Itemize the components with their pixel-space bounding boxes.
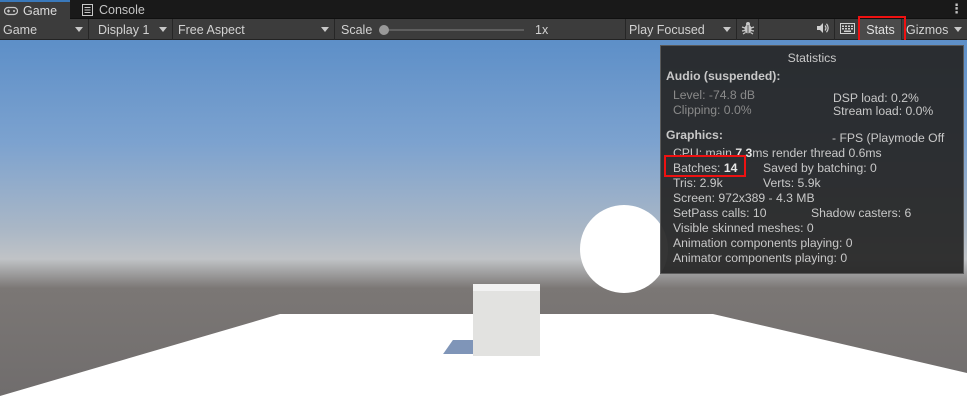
speaker-icon — [816, 22, 830, 37]
display-mode-dropdown[interactable]: Game — [0, 19, 89, 40]
more-options-icon[interactable]: ⋮ — [950, 1, 963, 17]
chevron-down-icon — [723, 27, 731, 32]
mute-audio-button[interactable] — [811, 19, 835, 40]
chevron-down-icon — [75, 27, 83, 32]
verts: Verts: 5.9k — [763, 176, 821, 190]
scale-control: Scale 1x — [335, 19, 626, 40]
saved-by-batching: Saved by batching: 0 — [763, 161, 877, 175]
play-mode-value: Play Focused — [629, 22, 705, 37]
visible-skinned-meshes: Visible skinned meshes: 0 — [673, 221, 814, 235]
tab-bar: Game Console ⋮ — [0, 0, 967, 19]
stats-button[interactable]: Stats — [860, 19, 902, 40]
play-mode-dropdown[interactable]: Play Focused — [626, 19, 737, 40]
statistics-panel: Statistics Audio (suspended): Level: -74… — [660, 45, 964, 274]
dsp-load: DSP load: 0.2% — [833, 91, 919, 105]
aspect-dropdown[interactable]: Free Aspect — [173, 19, 335, 40]
gamepad-icon — [4, 5, 18, 17]
tab-console-label: Console — [99, 2, 145, 17]
keyboard-icon — [839, 22, 855, 37]
audio-clipping: Clipping: 0.0% — [673, 103, 752, 117]
display-dropdown[interactable]: Display 1 — [89, 19, 173, 40]
cpu-time: CPU: main 7.3ms render thread 0.6ms — [673, 146, 882, 160]
display-mode-value: Game — [3, 22, 38, 37]
tab-console[interactable]: Console — [76, 0, 156, 19]
cube — [473, 291, 540, 356]
console-icon — [80, 3, 94, 16]
scale-slider-thumb[interactable] — [379, 25, 389, 35]
aspect-value: Free Aspect — [178, 22, 245, 37]
sphere — [580, 205, 668, 293]
keyboard-shortcuts-button[interactable] — [835, 19, 860, 40]
shadow-casters: Shadow casters: 6 — [811, 206, 912, 220]
gizmos-label: Gizmos — [906, 22, 949, 37]
setpass-calls: SetPass calls: 10 — [673, 206, 767, 220]
graphics-header: Graphics: — [666, 128, 723, 142]
tab-game-label: Game — [23, 3, 58, 18]
screen-info: Screen: 972x389 - 4.3 MB — [673, 191, 815, 205]
fps-readout: - FPS (Playmode Off — [832, 131, 945, 145]
stream-load: Stream load: 0.0% — [833, 104, 934, 118]
gizmos-dropdown[interactable]: Gizmos — [902, 19, 967, 40]
tab-game[interactable]: Game — [0, 0, 70, 19]
animation-components: Animation components playing: 0 — [673, 236, 853, 250]
chevron-down-icon — [954, 27, 962, 32]
bug-icon — [741, 21, 755, 38]
batches: Batches: 14 — [673, 161, 738, 175]
audio-level: Level: -74.8 dB — [673, 88, 755, 102]
debug-button[interactable] — [737, 19, 759, 40]
scale-label: Scale — [341, 22, 373, 37]
stats-button-label: Stats — [866, 22, 895, 37]
animator-components: Animator components playing: 0 — [673, 251, 848, 265]
scale-slider[interactable] — [379, 25, 524, 35]
scale-value: 1x — [535, 22, 549, 37]
chevron-down-icon — [159, 27, 167, 32]
audio-header: Audio (suspended): — [666, 69, 781, 83]
chevron-down-icon — [321, 27, 329, 32]
game-toolbar: Game Display 1 Free Aspect Scale 1x Play… — [0, 19, 967, 40]
statistics-title: Statistics — [787, 51, 837, 65]
tris: Tris: 2.9k — [673, 176, 723, 190]
display-value: Display 1 — [98, 22, 150, 37]
